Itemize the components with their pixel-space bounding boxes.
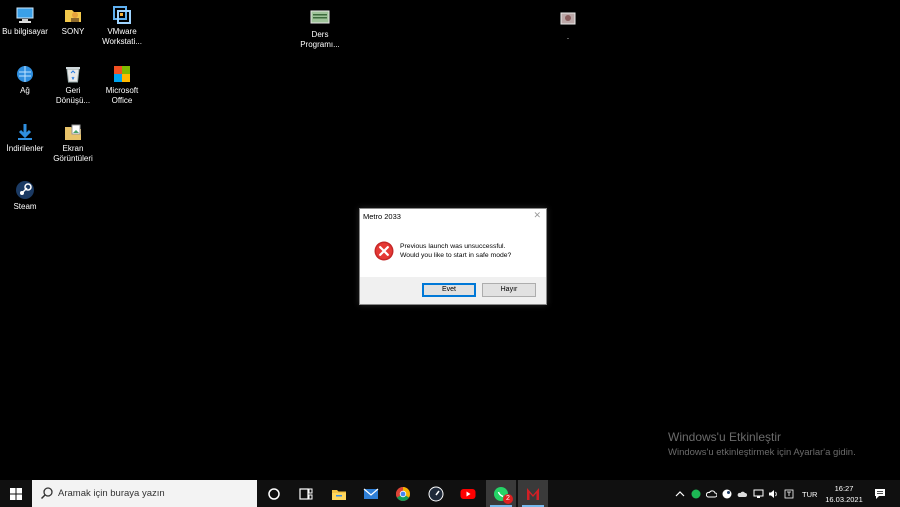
recycle-bin-icon [63,64,83,84]
desktop-icon-recycle-bin[interactable]: Geri Dönüşü... [48,64,98,106]
folder-images-icon [63,122,83,142]
clock-time: 16:27 [834,484,854,493]
close-icon[interactable]: ✕ [533,210,541,221]
start-button[interactable] [0,480,32,507]
desktop-icon-downloads[interactable]: İndirilenler [0,122,50,154]
network-globe-icon [15,64,35,84]
spotify-icon[interactable] [691,489,701,499]
metro-button[interactable] [518,480,548,507]
desktop-icon-vmware[interactable]: VMware Workstati... [97,5,147,47]
onedrive-icon[interactable] [706,489,717,499]
desktop-icon-sony[interactable]: SONY [48,5,98,37]
document-image-icon [310,8,330,28]
dialog-message: Previous launch was unsuccessful. Would … [400,242,540,260]
error-icon [374,241,394,261]
vmware-icon [112,5,132,25]
language-indicator[interactable]: TUR [802,490,817,499]
desktop-icon-label: . [566,32,570,41]
speedtest-icon [428,486,444,502]
desktop-icon-label: SONY [61,27,85,36]
image-thumbnail-icon [558,10,578,30]
search-placeholder: Aramak için buraya yazın [58,488,165,499]
notification-badge: 2 [503,494,513,504]
desktop-icon-steam[interactable]: Steam [0,180,50,212]
desktop-icon-label: Ders Programı... [300,30,340,49]
dialog-message-line1: Previous launch was unsuccessful. [400,243,506,250]
windows-logo-icon [10,488,22,500]
clock[interactable]: 16:27 16.03.2021 [822,483,866,505]
whatsapp-button[interactable]: 2 [486,480,516,507]
taskbar: Aramak için buraya yazın 2 TUR 16:27 16.… [0,480,900,507]
desktop-icon-network[interactable]: Ağ [0,64,50,96]
activation-watermark-title: Windows'u Etkinleştir [668,430,781,444]
speedtest-button[interactable] [421,480,451,507]
search-box[interactable]: Aramak için buraya yazın [32,480,257,507]
desktop-icon-dot[interactable]: . [543,10,593,42]
cloud-icon[interactable] [737,489,747,499]
desktop-icon-this-pc[interactable]: Bu bilgisayar [0,5,50,37]
volume-icon[interactable] [768,489,779,499]
search-icon [40,486,54,500]
desktop-icon-label: Microsoft Office [105,86,139,105]
cortana-icon [268,488,280,500]
mail-icon [363,488,379,499]
network-icon[interactable] [753,489,764,499]
dialog-message-line2: Would you like to start in safe mode? [400,252,512,259]
chevron-up-icon[interactable] [675,489,685,499]
desktop-icon-label: Ağ [20,86,30,95]
ime-icon[interactable] [784,489,794,499]
desktop-icon-label: Geri Dönüşü... [55,86,91,105]
no-button[interactable]: Hayır [482,283,536,297]
notification-icon [875,489,885,499]
desktop-icon-label: İndirilenler [6,144,44,153]
youtube-button[interactable] [453,480,483,507]
mail-button[interactable] [356,480,386,507]
system-tray: TUR [672,480,822,507]
chrome-icon [396,487,410,501]
desktop-icon-label: Bu bilgisayar [2,27,48,36]
desktop-icon-label: Steam [13,202,37,211]
yes-button[interactable]: Evet [422,283,476,297]
action-center-button[interactable] [868,480,892,507]
file-explorer-button[interactable] [324,480,354,507]
file-explorer-icon [332,490,346,500]
desktop-icon-label: Ekran Görüntüleri [53,144,93,163]
steam-icon [15,180,35,200]
dialog-footer: Evet Hayır [360,277,546,304]
task-view-button[interactable] [291,480,321,507]
dialog-title: Metro 2033 [363,212,401,221]
metro-icon [527,488,539,500]
office-icon [112,64,132,84]
clock-date: 16.03.2021 [825,495,863,504]
steam-tray-icon[interactable] [722,489,732,499]
user-folder-icon [63,5,83,25]
desktop-icon-label: VMware Workstati... [102,27,142,46]
computer-icon [15,5,35,25]
desktop: Bu bilgisayar SONY VMware Workstati... D… [0,0,900,480]
youtube-icon [460,489,476,499]
desktop-icon-microsoft-office[interactable]: Microsoft Office [97,64,147,106]
activation-watermark-subtitle: Windows'u etkinleştirmek için Ayarlar'a … [668,447,856,458]
dialog-body: Previous launch was unsuccessful. Would … [360,227,546,277]
chrome-button[interactable] [388,480,418,507]
cortana-button[interactable] [259,480,289,507]
desktop-icon-ders-programi[interactable]: Ders Programı... [295,8,345,50]
download-arrow-icon [15,122,35,142]
task-view-icon [299,488,313,500]
error-dialog: Metro 2033 ✕ Previous launch was unsucce… [359,208,547,305]
desktop-icon-screenshots[interactable]: Ekran Görüntüleri [48,122,98,164]
